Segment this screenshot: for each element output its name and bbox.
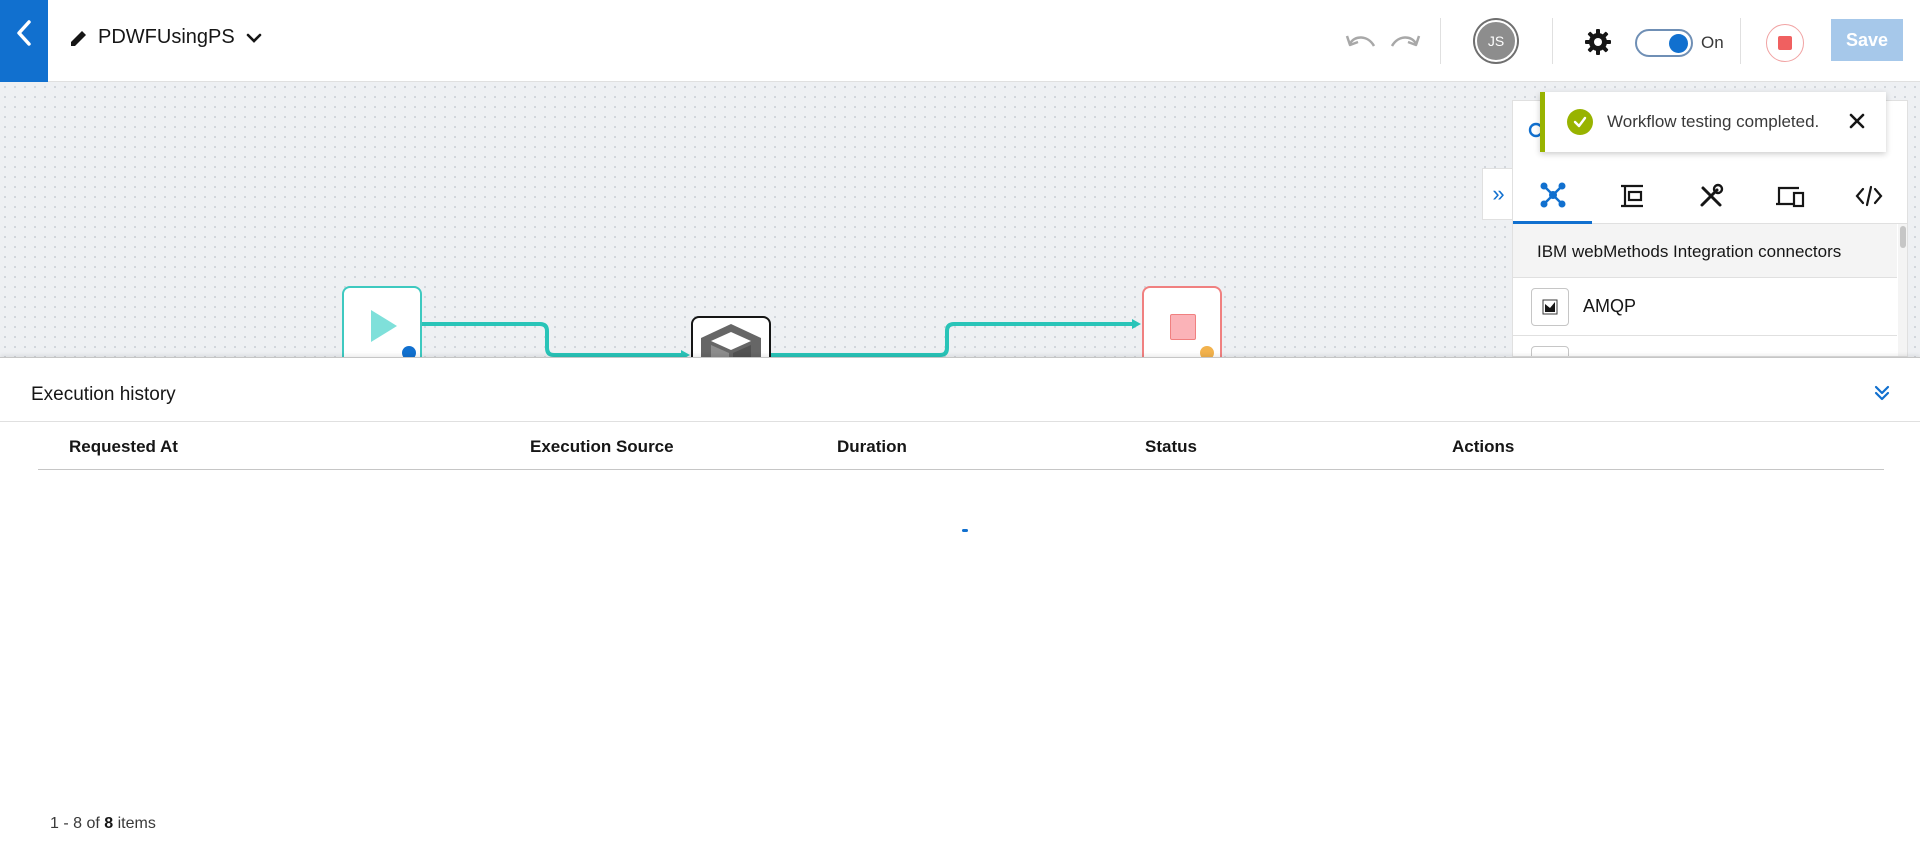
table-header: Requested At Execution Source Duration S… <box>38 422 1884 470</box>
connector-label: AMQP <box>1583 296 1637 316</box>
gear-icon <box>1585 29 1611 55</box>
chevron-left-icon <box>17 20 31 46</box>
stop-icon <box>1778 36 1792 50</box>
double-chevron-right-icon: » <box>1492 181 1505 206</box>
tab-tools[interactable] <box>1671 168 1750 224</box>
flow-steps-icon <box>1620 184 1643 208</box>
stop-button[interactable] <box>1766 24 1804 62</box>
stop-node-icon <box>1170 314 1196 340</box>
stop-node[interactable] <box>1142 286 1222 357</box>
play-icon <box>371 310 397 342</box>
node-status-dot <box>402 346 416 357</box>
pager-total: 8 <box>104 815 114 832</box>
save-button[interactable]: Save <box>1831 19 1903 61</box>
checkmark-icon <box>1567 109 1593 135</box>
execution-history-panel: Execution history Requested At Execution… <box>0 357 1920 857</box>
amqp-icon <box>1531 287 1569 326</box>
column-header-actions: Actions <box>1452 437 1515 456</box>
undo-button[interactable] <box>1342 26 1380 58</box>
divider <box>1552 18 1553 64</box>
success-toast: Workflow testing completed. <box>1540 92 1886 152</box>
pager-suffix: items <box>113 815 156 832</box>
devices-icon <box>1775 186 1804 208</box>
code-icon <box>1855 185 1882 207</box>
redo-icon <box>1390 35 1421 47</box>
close-icon[interactable] <box>1846 110 1868 132</box>
workflow-title: PDWFUsingPS <box>68 26 265 49</box>
cube-icon <box>701 324 761 357</box>
pencil-icon[interactable] <box>68 27 90 49</box>
divider <box>1440 18 1441 64</box>
start-node[interactable] <box>342 286 422 357</box>
toggle-label: On <box>1701 33 1724 52</box>
expand-palette-button[interactable]: » <box>1482 168 1514 220</box>
loading-indicator <box>962 529 968 532</box>
toast-message: Workflow testing completed. <box>1607 112 1820 131</box>
column-header-requested-at[interactable]: Requested At <box>69 437 178 457</box>
panel-title: Execution history <box>31 384 176 405</box>
back-button[interactable] <box>0 0 48 82</box>
chevron-down-icon[interactable] <box>243 27 265 49</box>
avatar-initials: JS <box>1487 33 1505 49</box>
divider <box>1740 18 1741 64</box>
pager-range: 1 - 8 of <box>50 815 105 832</box>
avatar[interactable]: JS <box>1475 20 1517 62</box>
pagination-summary: 1 - 8 of 8 items <box>50 815 156 833</box>
tab-devices[interactable] <box>1750 168 1829 224</box>
column-header-execution-source[interactable]: Execution Source <box>530 437 674 457</box>
scrollbar-thumb[interactable] <box>1900 226 1906 248</box>
tab-flow-steps[interactable] <box>1592 168 1671 224</box>
redo-button[interactable] <box>1386 26 1424 58</box>
top-bar: PDWFUsingPS JS On Save <box>0 0 1920 82</box>
action-node[interactable] <box>691 316 771 357</box>
connectors-icon <box>1540 182 1565 207</box>
connector-item-amqp[interactable]: AMQP <box>1513 278 1897 336</box>
tab-connectors[interactable] <box>1513 168 1592 224</box>
toggle-knob <box>1669 34 1688 53</box>
palette-scrollbar[interactable] <box>1898 224 1907 356</box>
settings-button[interactable] <box>1583 27 1613 57</box>
double-chevron-down-icon[interactable] <box>1870 380 1894 406</box>
column-header-duration[interactable]: Duration <box>837 437 907 457</box>
column-header-status[interactable]: Status <box>1145 437 1197 457</box>
undo-icon <box>1345 35 1376 47</box>
palette-tabs <box>1513 168 1907 224</box>
palette-section-title: IBM webMethods Integration connectors <box>1513 224 1897 278</box>
tools-icon <box>1700 183 1723 207</box>
workflow-name[interactable]: PDWFUsingPS <box>98 26 235 49</box>
tab-code[interactable] <box>1829 168 1907 224</box>
node-status-dot <box>1200 346 1214 357</box>
active-toggle[interactable] <box>1635 29 1693 57</box>
connector-item-icon[interactable] <box>1531 346 1569 356</box>
